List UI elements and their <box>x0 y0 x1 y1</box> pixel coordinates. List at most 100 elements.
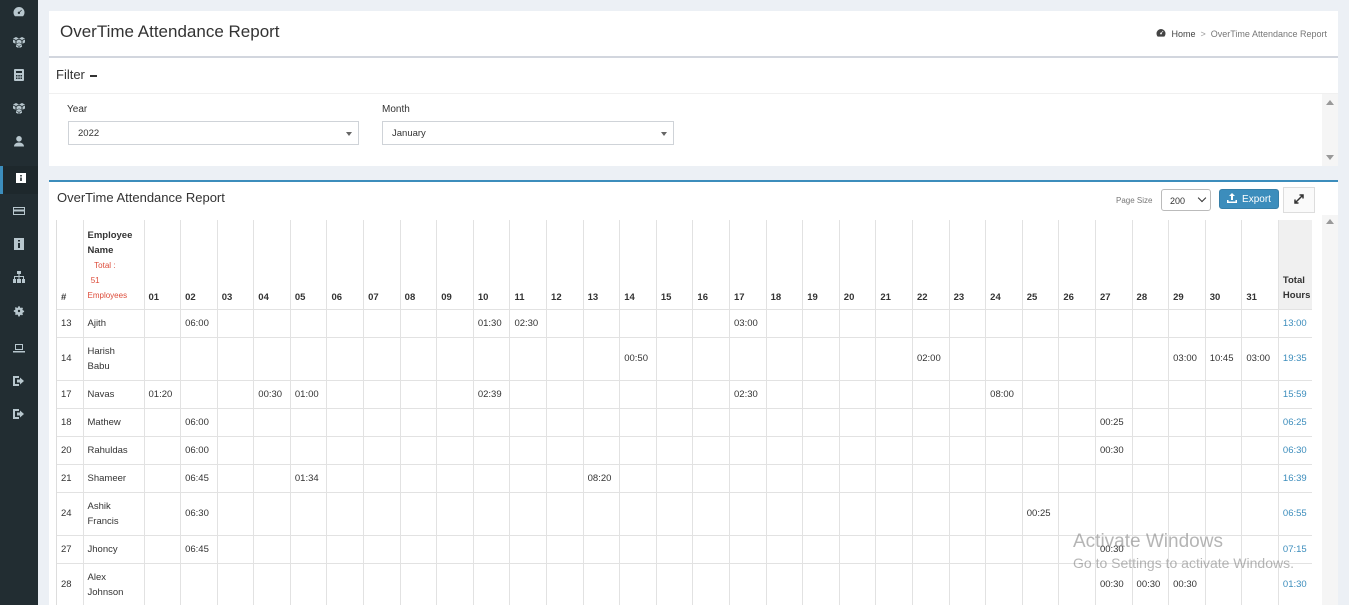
overtime-cell <box>144 492 182 536</box>
overtime-cell <box>1205 563 1243 605</box>
sidebar-item[interactable] <box>0 232 38 260</box>
sidebar-item[interactable] <box>0 96 38 124</box>
sidebar-item[interactable] <box>0 129 38 157</box>
month-select[interactable]: January <box>382 121 674 145</box>
column-header-day: 24 <box>985 220 1023 310</box>
overtime-cell <box>253 563 291 605</box>
total-hours-cell: 01:30 <box>1278 563 1312 605</box>
overtime-cell: 00:25 <box>1095 408 1133 437</box>
overtime-cell <box>949 535 987 564</box>
sidebar-item[interactable] <box>0 166 38 194</box>
overtime-cell: 01:34 <box>290 464 328 493</box>
overtime-cell <box>1022 380 1060 409</box>
overtime-cell <box>436 309 474 338</box>
total-hours-cell: 06:30 <box>1278 436 1312 465</box>
overtime-cell <box>400 337 438 381</box>
overtime-cell <box>1132 408 1170 437</box>
total-employees-label: Total : <box>87 260 116 270</box>
overtime-cell <box>1058 408 1096 437</box>
overtime-cell <box>802 535 840 564</box>
sidebar-item[interactable] <box>0 199 38 227</box>
column-header-day: 27 <box>1095 220 1133 310</box>
page-size-select[interactable]: 200 <box>1161 189 1211 211</box>
expand-button[interactable] <box>1283 187 1315 213</box>
overtime-cell <box>912 309 950 338</box>
sidebar-item[interactable] <box>0 265 38 293</box>
scroll-up-icon[interactable] <box>1326 100 1334 105</box>
overtime-cell: 10:45 <box>1205 337 1243 381</box>
breadcrumb-home-link[interactable]: Home <box>1171 29 1195 39</box>
page-size-label: Page Size <box>1116 196 1153 205</box>
row-index: 21 <box>57 464 84 493</box>
overtime-cell <box>839 309 877 338</box>
overtime-cell <box>400 492 438 536</box>
overtime-cell <box>949 309 987 338</box>
total-employees-count: 51 <box>88 275 100 285</box>
filter-toggle[interactable]: Filter <box>56 67 97 82</box>
overtime-cell <box>949 337 987 381</box>
overtime-cell <box>656 436 694 465</box>
overtime-cell <box>1168 380 1206 409</box>
overtime-cell <box>1058 436 1096 465</box>
overtime-cell <box>875 492 913 536</box>
overtime-cell <box>1132 464 1170 493</box>
breadcrumb-separator: > <box>1200 29 1206 39</box>
overtime-cell <box>144 436 182 465</box>
report-table: # Employee Name Total : 51 Employees 01 02 03… <box>57 220 1312 605</box>
year-select[interactable]: 2022 <box>68 121 359 145</box>
column-header-day: 13 <box>583 220 621 310</box>
overtime-cell <box>1168 535 1206 564</box>
overtime-cell <box>1205 380 1243 409</box>
employee-name: Ashik Francis <box>83 492 145 536</box>
overtime-cell <box>400 408 438 437</box>
overtime-cell <box>729 492 767 536</box>
column-header-day: 03 <box>217 220 255 310</box>
overtime-cell <box>839 380 877 409</box>
overtime-cell <box>436 337 474 381</box>
total-hours-cell: 06:55 <box>1278 492 1312 536</box>
row-index: 14 <box>57 337 84 381</box>
sidebar-item[interactable] <box>0 63 38 91</box>
overtime-cell <box>1241 309 1279 338</box>
overtime-cell <box>1205 464 1243 493</box>
row-index: 13 <box>57 309 84 338</box>
overtime-cell <box>1241 492 1279 536</box>
cubes-icon <box>13 101 25 119</box>
sidebar-item[interactable] <box>0 30 38 58</box>
scroll-up-icon[interactable] <box>1326 219 1334 224</box>
laptop-icon <box>13 341 25 359</box>
sidebar-item[interactable] <box>0 0 38 28</box>
cogs-icon <box>13 304 25 322</box>
overtime-cell <box>692 563 730 605</box>
filter-scrollbar[interactable] <box>1322 94 1338 166</box>
overtime-cell <box>839 535 877 564</box>
overtime-cell <box>802 436 840 465</box>
overtime-cell <box>912 563 950 605</box>
scroll-down-icon[interactable] <box>1326 155 1334 160</box>
overtime-cell <box>656 309 694 338</box>
overtime-cell <box>729 337 767 381</box>
table-header-row: # Employee Name Total : 51 Employees 01 02 03… <box>57 220 1312 310</box>
overtime-cell <box>1095 464 1133 493</box>
export-button[interactable]: Export <box>1219 189 1279 209</box>
page-header: OverTime Attendance Report Home > OverTi… <box>49 11 1338 58</box>
overtime-cell <box>692 436 730 465</box>
sidebar-item[interactable] <box>0 299 38 327</box>
sidebar-item[interactable] <box>0 402 38 430</box>
overtime-cell <box>656 380 694 409</box>
dashboard-icon <box>13 5 25 23</box>
overtime-cell <box>253 337 291 381</box>
overtime-cell <box>1168 492 1206 536</box>
overtime-cell: 00:25 <box>1022 492 1060 536</box>
sidebar-item[interactable] <box>0 336 38 364</box>
sidebar-item[interactable] <box>0 369 38 397</box>
overtime-cell <box>326 408 365 437</box>
overtime-cell <box>912 380 950 409</box>
overtime-cell <box>400 535 438 564</box>
overtime-cell <box>875 464 913 493</box>
upload-icon <box>1227 192 1238 206</box>
id-card-icon <box>13 237 25 255</box>
overtime-cell <box>1241 563 1279 605</box>
report-scrollbar[interactable] <box>1322 215 1338 605</box>
overtime-cell <box>1132 309 1170 338</box>
